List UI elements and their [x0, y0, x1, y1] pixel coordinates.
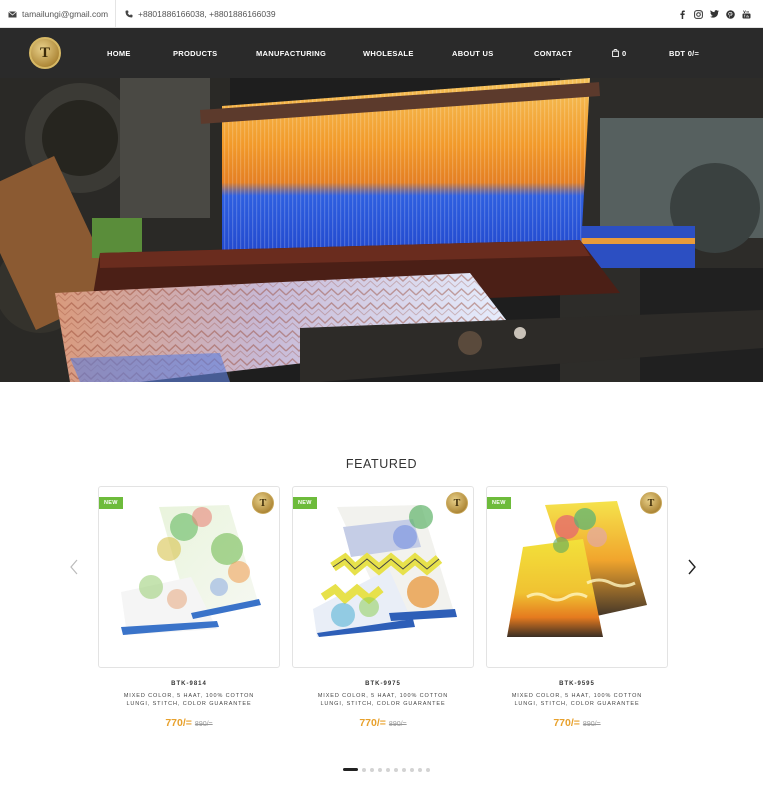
product-desc-line: MIXED COLOR, 5 HAAT, 100% COTTON — [317, 693, 449, 699]
carousel-dot[interactable] — [370, 767, 374, 772]
old-price: 890/= — [388, 721, 407, 728]
phone-link[interactable]: +8801886166038, +8801886166039 — [125, 0, 276, 28]
product-image-lungi — [507, 501, 647, 637]
old-price: 890/= — [194, 721, 213, 728]
cart-balance[interactable]: BDT 0/= — [669, 28, 699, 78]
social-links — [678, 0, 751, 28]
carousel-dot[interactable] — [402, 767, 406, 772]
logo-letter: T — [39, 44, 50, 61]
product-description[interactable]: MIXED COLOR, 5 HAAT, 100% COTTON LUNGI, S… — [292, 692, 474, 708]
current-price: 770/= — [165, 717, 192, 729]
nav-manufacturing[interactable]: MANUFACTURING — [256, 28, 326, 78]
nav-about-us[interactable]: ABOUT US — [452, 28, 494, 78]
product-image-lungi — [121, 505, 261, 635]
pinterest-icon[interactable] — [726, 9, 735, 19]
twitter-icon[interactable] — [710, 10, 719, 19]
shopping-bag-icon — [612, 49, 619, 57]
envelope-icon — [8, 10, 17, 17]
product-card[interactable]: NEW T — [292, 486, 474, 668]
current-price: 770/= — [553, 717, 580, 729]
product-price: 770/= 890/= — [486, 713, 668, 731]
product-description[interactable]: MIXED COLOR, 5 HAAT, 100% COTTON LUNGI, S… — [98, 692, 280, 708]
phone-icon — [125, 10, 133, 18]
carousel-pagination — [343, 767, 430, 772]
nav-products[interactable]: PRODUCTS — [173, 28, 218, 78]
carousel-next-icon[interactable] — [686, 558, 698, 576]
old-price: 890/= — [582, 721, 601, 728]
carousel-dot[interactable] — [343, 768, 358, 771]
nav-wholesale[interactable]: WHOLESALE — [363, 28, 414, 78]
featured-heading: FEATURED — [345, 457, 418, 471]
new-badge: NEW — [293, 497, 317, 509]
cart-button[interactable]: 0 — [612, 28, 626, 78]
carousel-dot[interactable] — [410, 767, 414, 772]
current-price: 770/= — [359, 717, 386, 729]
brand-logo-icon: T — [640, 492, 662, 514]
carousel-dot[interactable] — [418, 767, 422, 772]
product-description[interactable]: MIXED COLOR, 5 HAAT, 100% COTTON LUNGI, S… — [486, 692, 668, 708]
product-sku[interactable]: BTK-9814 — [98, 681, 280, 687]
product-desc-line: MIXED COLOR, 5 HAAT, 100% COTTON — [511, 693, 643, 699]
product-price: 770/= 890/= — [292, 713, 474, 731]
carousel-prev-icon[interactable] — [68, 558, 80, 576]
cart-count: 0 — [622, 48, 627, 58]
instagram-icon[interactable] — [694, 9, 703, 19]
product-desc-line: LUNGI, STITCH, COLOR GUARANTEE — [126, 701, 252, 707]
product-desc-line: LUNGI, STITCH, COLOR GUARANTEE — [320, 701, 446, 707]
product-sku[interactable]: BTK-9975 — [292, 681, 474, 687]
carousel-dot[interactable] — [378, 767, 382, 772]
product-price: 770/= 890/= — [98, 713, 280, 731]
top-bar: tamailungi@gmail.com +8801886166038, +88… — [0, 0, 763, 28]
site-logo[interactable]: T — [29, 37, 61, 69]
email-text: tamailungi@gmail.com — [22, 9, 109, 19]
nav-home[interactable]: HOME — [107, 28, 131, 78]
product-card[interactable]: NEW T — [486, 486, 668, 668]
facebook-icon[interactable] — [678, 10, 687, 19]
topbar-divider — [115, 0, 116, 28]
main-navigation: T HOME PRODUCTS MANUFACTURING WHOLESALE … — [0, 28, 763, 78]
nav-contact[interactable]: CONTACT — [534, 28, 572, 78]
carousel-dot[interactable] — [386, 767, 390, 772]
new-badge: NEW — [99, 497, 123, 509]
product-desc-line: MIXED COLOR, 5 HAAT, 100% COTTON — [123, 693, 255, 699]
product-desc-line: LUNGI, STITCH, COLOR GUARANTEE — [514, 701, 640, 707]
carousel-dot[interactable] — [394, 767, 398, 772]
email-link[interactable]: tamailungi@gmail.com — [8, 0, 108, 28]
youtube-icon[interactable] — [742, 9, 751, 19]
product-image-lungi — [313, 505, 457, 637]
carousel-dot[interactable] — [426, 767, 430, 772]
brand-logo-icon: T — [446, 492, 468, 514]
hero-loom-image — [0, 78, 763, 382]
brand-logo-icon: T — [252, 492, 274, 514]
hero-banner — [0, 78, 763, 382]
product-card[interactable]: NEW T — [98, 486, 280, 668]
product-sku[interactable]: BTK-9595 — [486, 681, 668, 687]
new-badge: NEW — [487, 497, 511, 509]
phone-text: +8801886166038, +8801886166039 — [138, 9, 276, 19]
carousel-dot[interactable] — [362, 767, 366, 772]
